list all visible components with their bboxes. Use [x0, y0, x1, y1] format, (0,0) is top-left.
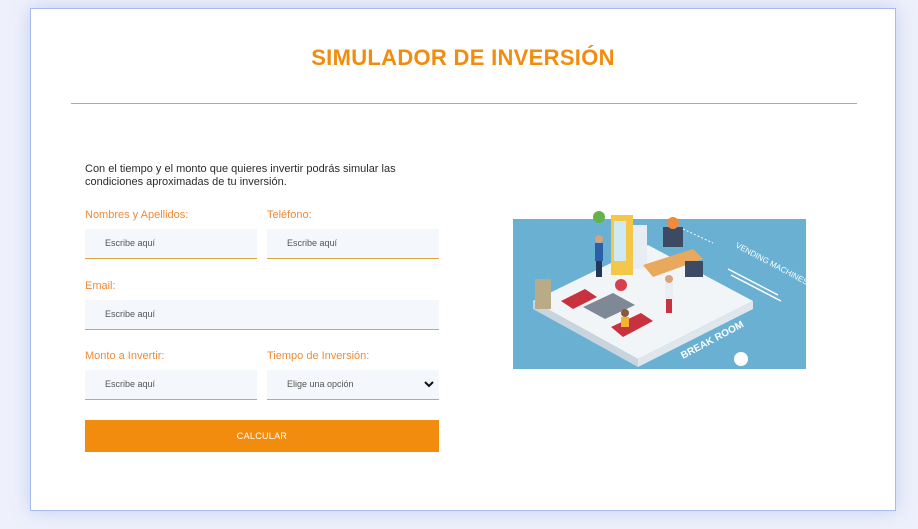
- time-label: Tiempo de Inversión:: [267, 350, 370, 362]
- amount-input[interactable]: Escribe aquí: [85, 370, 257, 400]
- time-select[interactable]: Elige una opción: [267, 370, 439, 400]
- name-input[interactable]: Escribe aquí: [85, 229, 257, 259]
- time-select-value: Elige una opción: [287, 379, 354, 389]
- name-label: Nombres y Apellidos:: [85, 209, 189, 221]
- page-title: SIMULADOR DE INVERSIÓN: [311, 45, 615, 70]
- phone-label: Teléfono:: [267, 209, 312, 221]
- amount-label: Monto a Invertir:: [85, 350, 165, 362]
- simulator-card: SIMULADOR DE INVERSIÓN Con el tiempo y e…: [30, 8, 896, 511]
- email-input[interactable]: Escribe aquí: [85, 300, 439, 330]
- chevron-down-icon: [424, 381, 434, 388]
- email-label: Email:: [85, 280, 116, 292]
- intro-text: Con el tiempo y el monto que quieres inv…: [85, 163, 396, 188]
- calculate-button[interactable]: CALCULAR: [85, 420, 439, 452]
- title-divider: [71, 103, 857, 104]
- break-room-illustration: VENDING MACHINES BREAK ROOM: [513, 211, 806, 369]
- phone-input[interactable]: Escribe aquí: [267, 229, 439, 259]
